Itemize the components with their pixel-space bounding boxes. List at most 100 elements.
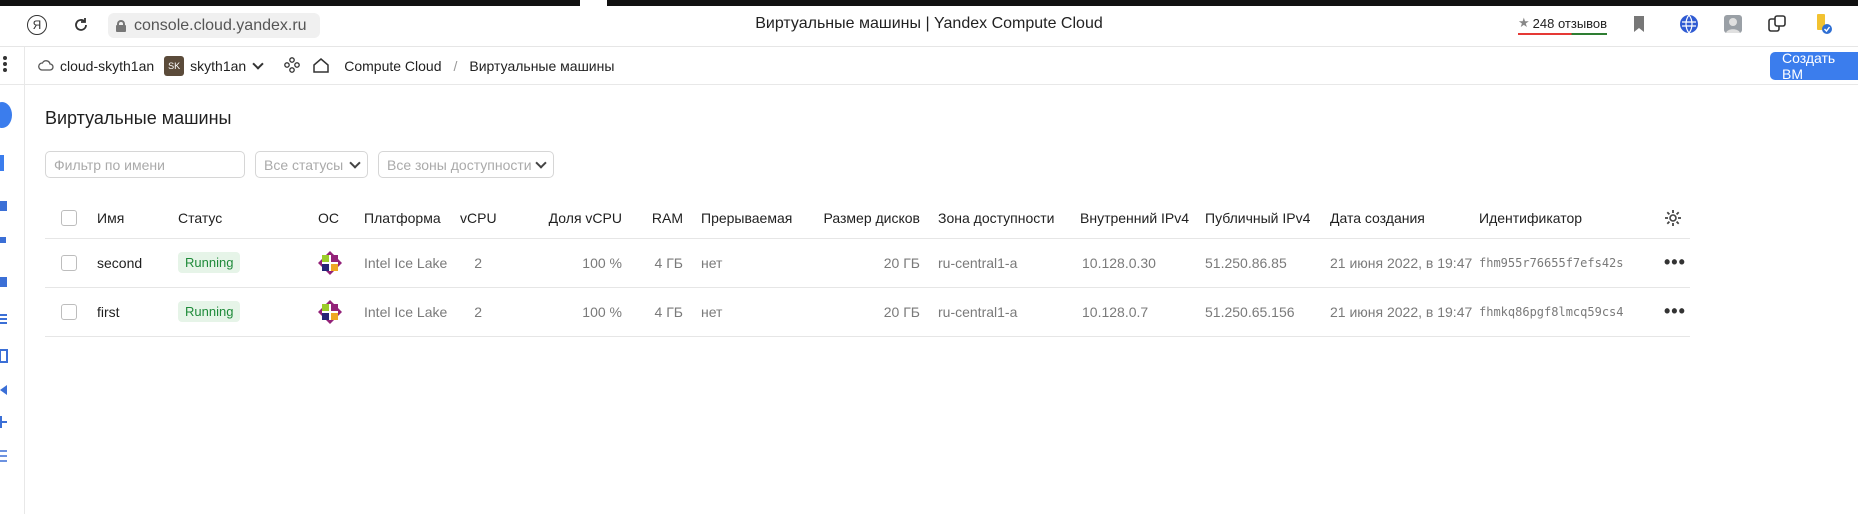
star-icon: ★ <box>1518 15 1530 30</box>
col-id[interactable]: Идентификатор <box>1479 198 1664 239</box>
vm-internal-ip: 10.128.0.30 <box>1080 238 1205 288</box>
col-created[interactable]: Дата создания <box>1330 198 1479 239</box>
checkbox-box <box>61 304 77 321</box>
col-vcpu[interactable]: vCPU <box>460 198 540 239</box>
table-row[interactable]: second Running Intel Ice Lake 2 100 % 4 … <box>45 238 1690 288</box>
instance-groups-icon[interactable] <box>0 313 8 332</box>
more-icon: ••• <box>1664 252 1686 272</box>
downloads-icon[interactable] <box>1812 13 1834 35</box>
chevron-down-icon <box>349 156 361 169</box>
column-settings-button[interactable] <box>1664 198 1690 239</box>
images-icon[interactable] <box>0 233 8 251</box>
bookmark-icon[interactable] <box>1628 13 1650 35</box>
col-public-ip[interactable]: Публичный IPv4 <box>1205 198 1330 239</box>
vm-public-ip: 51.250.86.85 <box>1205 238 1330 288</box>
col-platform[interactable]: Платформа <box>364 198 460 239</box>
globe-icon[interactable] <box>1678 13 1700 35</box>
col-os[interactable]: ОС <box>318 198 364 239</box>
breadcrumb-separator: / <box>453 58 458 74</box>
address-bar-url: console.cloud.yandex.ru <box>134 16 307 34</box>
services-icon[interactable] <box>284 56 301 76</box>
lock-icon <box>116 19 126 32</box>
zone-filter-value: Все зоны доступности <box>387 156 532 173</box>
marketplace-icon[interactable] <box>0 383 8 401</box>
create-vm-button[interactable]: Создать ВМ <box>1770 50 1858 82</box>
home-icon[interactable] <box>312 56 330 77</box>
checkbox-box <box>61 210 77 227</box>
chevron-down-icon[interactable] <box>252 58 264 70</box>
folder-avatar: SK <box>164 56 185 76</box>
vm-created: 21 июня 2022, в 19:47 <box>1330 238 1479 288</box>
vm-name[interactable]: first <box>97 287 178 337</box>
name-filter-placeholder: Фильтр по имени <box>54 156 165 173</box>
vm-zone: ru-central1-a <box>938 287 1080 337</box>
vm-os <box>318 238 364 288</box>
zone-filter-select[interactable]: Все зоны доступности <box>378 151 554 178</box>
col-internal-ip[interactable]: Внутренний IPv4 <box>1080 198 1205 239</box>
vm-preemptible: нет <box>701 238 820 288</box>
col-vcpu-share[interactable]: Доля vCPU <box>540 198 640 239</box>
col-name[interactable]: Имя <box>97 198 178 239</box>
schedules-icon[interactable] <box>0 415 8 434</box>
status-filter-value: Все статусы <box>264 156 344 173</box>
col-status[interactable]: Статус <box>178 198 318 239</box>
gear-icon <box>1665 209 1681 226</box>
placement-groups-icon[interactable] <box>0 349 8 368</box>
yandex-logo-icon[interactable]: Я <box>26 14 48 36</box>
col-zone[interactable]: Зона доступности <box>938 198 1080 239</box>
more-icon: ••• <box>1664 301 1686 321</box>
col-preemptible[interactable]: Прерываемая <box>701 198 820 239</box>
table-row[interactable]: first Running Intel Ice Lake 2 100 % 4 Г… <box>45 287 1690 337</box>
status-badge: Running <box>178 252 241 273</box>
profile-icon[interactable] <box>1722 13 1744 35</box>
status-filter-select[interactable]: Все статусы <box>255 151 368 178</box>
row-actions-button[interactable]: ••• <box>1664 238 1690 288</box>
reviews-widget[interactable]: ★ 248 отзывов <box>1518 15 1608 35</box>
console-header: cloud-skyth1an SK skyth1an Compute Cloud… <box>0 47 1858 85</box>
extensions-icon[interactable] <box>1766 13 1788 35</box>
vm-disk-size: 20 ГБ <box>820 287 938 337</box>
vm-id: fhm955r76655f7efs42s <box>1479 238 1664 288</box>
vm-disk-size: 20 ГБ <box>820 238 938 288</box>
reviews-count: 248 отзывов <box>1532 15 1608 31</box>
tab-strip <box>607 0 1858 6</box>
table-header-row: Имя Статус ОС Платформа vCPU Доля vCPU R… <box>45 198 1690 239</box>
breadcrumb-cloud[interactable]: cloud-skyth1an <box>60 58 154 74</box>
disks-icon[interactable] <box>0 199 8 217</box>
address-bar[interactable]: console.cloud.yandex.ru <box>108 13 320 38</box>
breadcrumb-service[interactable]: Compute Cloud <box>344 58 441 74</box>
reload-icon[interactable] <box>70 14 92 36</box>
rail-item-vm-active[interactable] <box>0 155 4 171</box>
centos-icon <box>318 250 342 275</box>
vm-name[interactable]: second <box>97 238 178 288</box>
vm-ram: 4 ГБ <box>640 287 701 337</box>
vm-internal-ip: 10.128.0.7 <box>1080 287 1205 337</box>
vm-created: 21 июня 2022, в 19:47 <box>1330 287 1479 337</box>
select-all-checkbox[interactable] <box>45 198 97 239</box>
breadcrumb-folder[interactable]: skyth1an <box>190 58 246 74</box>
vm-table: Имя Статус ОС Платформа vCPU Доля vCPU R… <box>45 198 1690 337</box>
vm-zone: ru-central1-a <box>938 238 1080 288</box>
breadcrumb: cloud-skyth1an SK skyth1an Compute Cloud… <box>38 47 614 85</box>
centos-icon <box>318 299 342 324</box>
compute-cloud-icon[interactable] <box>0 102 12 128</box>
services-rail <box>0 47 25 514</box>
vm-vcpu-share: 100 % <box>540 238 640 288</box>
vm-platform: Intel Ice Lake <box>364 287 460 337</box>
vm-ram: 4 ГБ <box>640 238 701 288</box>
row-actions-button[interactable]: ••• <box>1664 287 1690 337</box>
status-badge: Running <box>178 301 241 322</box>
vm-platform: Intel Ice Lake <box>364 238 460 288</box>
operations-icon[interactable] <box>0 449 8 468</box>
snapshots-icon[interactable] <box>0 275 8 293</box>
vm-status: Running <box>178 287 318 337</box>
name-filter-input[interactable]: Фильтр по имени <box>45 151 245 178</box>
row-checkbox[interactable] <box>45 238 97 288</box>
row-checkbox[interactable] <box>45 287 97 337</box>
page-title: Виртуальные машины <box>45 108 232 128</box>
vm-public-ip: 51.250.65.156 <box>1205 287 1330 337</box>
browser-toolbar: Я console.cloud.yandex.ru Виртуальные ма… <box>0 0 1858 47</box>
col-disk-size[interactable]: Размер дисков <box>820 198 938 239</box>
vm-vcpu: 2 <box>460 238 540 288</box>
col-ram[interactable]: RAM <box>640 198 701 239</box>
